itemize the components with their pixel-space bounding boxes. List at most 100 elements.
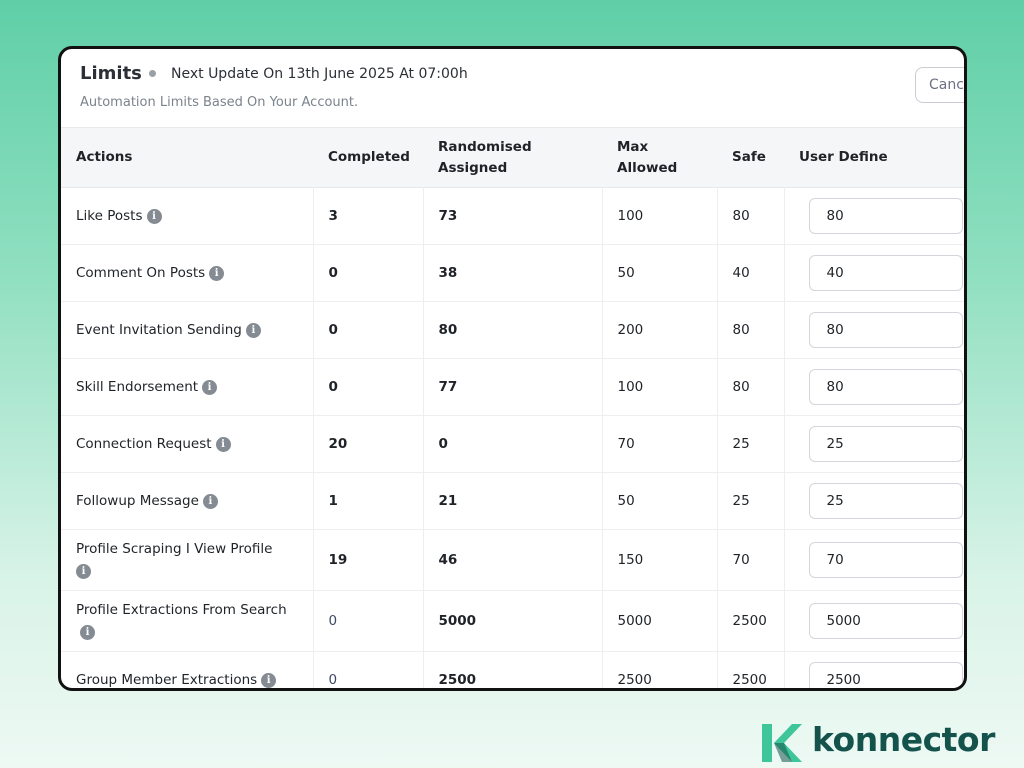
safe-cell: 40 xyxy=(717,244,785,302)
info-icon[interactable]: i xyxy=(146,209,162,224)
info-icon[interactable]: i xyxy=(261,673,277,688)
action-label: Skill Endorsement xyxy=(76,379,199,395)
table-header-row: Actions Completed Randomised Assigned Ma… xyxy=(61,127,964,188)
info-icon[interactable]: i xyxy=(202,494,218,509)
randomised-cell: 38 xyxy=(423,244,603,302)
action-cell: Followup Message i xyxy=(61,472,314,530)
max-cell: 100 xyxy=(602,187,718,245)
column-header-max-line2: Allowed xyxy=(617,159,678,176)
safe-cell: 2500 xyxy=(717,590,785,652)
completed-cell: 0 xyxy=(313,358,424,416)
max-cell: 150 xyxy=(602,529,718,591)
action-cell: Connection Request i xyxy=(61,415,314,473)
safe-cell: 80 xyxy=(717,358,785,416)
user-define-cell xyxy=(784,530,964,591)
limits-card: Limits Next Update On 13th June 2025 At … xyxy=(58,46,967,691)
action-cell: Skill Endorsement i xyxy=(61,358,314,416)
action-cell: Group Member Extractions i xyxy=(61,651,314,688)
separator-dot xyxy=(149,70,156,77)
max-cell: 5000 xyxy=(602,590,718,652)
action-cell: Profile Scraping I View Profile i xyxy=(61,529,314,591)
page-subtitle: Automation Limits Based On Your Account. xyxy=(80,95,359,110)
action-label: Followup Message xyxy=(76,493,199,509)
info-icon[interactable]: i xyxy=(80,625,95,640)
limits-table-container: Actions Completed Randomised Assigned Ma… xyxy=(61,127,964,688)
randomised-cell: 0 xyxy=(423,415,603,473)
completed-cell: 0 xyxy=(313,244,424,302)
completed-cell: 20 xyxy=(313,415,424,473)
info-icon[interactable]: i xyxy=(76,564,91,579)
randomised-cell: 46 xyxy=(423,529,603,591)
max-cell: 70 xyxy=(602,415,718,473)
safe-cell: 25 xyxy=(717,472,785,530)
max-cell: 50 xyxy=(602,244,718,302)
info-icon[interactable]: i xyxy=(202,380,218,395)
action-label: Group Member Extractions xyxy=(76,672,258,688)
table-row: Connection Request i 20 0 70 25 xyxy=(61,415,964,473)
column-header-actions: Actions xyxy=(76,149,133,165)
user-define-input[interactable] xyxy=(808,198,963,234)
max-cell: 2500 xyxy=(602,651,718,688)
user-define-cell xyxy=(784,591,964,652)
safe-cell: 80 xyxy=(717,301,785,359)
table-row: Followup Message i 1 21 50 25 xyxy=(61,472,964,530)
info-icon[interactable]: i xyxy=(209,266,225,281)
table-row: Profile Extractions From Search i 0 5000 … xyxy=(61,590,964,652)
user-define-input[interactable] xyxy=(808,426,963,462)
table-row: Group Member Extractions i 0 2500 2500 25… xyxy=(61,651,964,688)
table-row: Event Invitation Sending i 0 80 200 80 xyxy=(61,301,964,359)
action-label: Profile Scraping I View Profile xyxy=(76,541,273,557)
user-define-input[interactable] xyxy=(808,603,963,639)
column-header-completed: Completed xyxy=(328,149,410,165)
user-define-cell xyxy=(784,473,964,530)
card-header: Limits Next Update On 13th June 2025 At … xyxy=(61,49,964,127)
table-row: Profile Scraping I View Profile i 19 46 1… xyxy=(61,529,964,591)
info-icon[interactable]: i xyxy=(215,437,231,452)
table-row: Skill Endorsement i 0 77 100 80 xyxy=(61,358,964,416)
action-cell: Event Invitation Sending i xyxy=(61,301,314,359)
info-icon[interactable]: i xyxy=(245,323,261,338)
action-label: Connection Request xyxy=(76,436,212,452)
completed-cell: 0 xyxy=(313,301,424,359)
cancel-button[interactable]: Canc xyxy=(915,67,964,103)
column-header-randomised-line1: Randomised xyxy=(438,138,532,155)
user-define-input[interactable] xyxy=(808,312,963,348)
table-row: Like Posts i 3 73 100 80 xyxy=(61,187,964,245)
user-define-input[interactable] xyxy=(808,255,963,291)
randomised-cell: 73 xyxy=(423,187,603,245)
completed-cell: 0 xyxy=(313,651,424,688)
completed-cell: 1 xyxy=(313,472,424,530)
action-label: Like Posts xyxy=(76,208,143,224)
action-label: Comment On Posts xyxy=(76,265,206,281)
user-define-cell xyxy=(784,359,964,416)
action-cell: Like Posts i xyxy=(61,187,314,245)
safe-cell: 70 xyxy=(717,529,785,591)
user-define-input[interactable] xyxy=(808,483,963,519)
user-define-cell xyxy=(784,245,964,302)
next-update-text: Next Update On 13th June 2025 At 07:00h xyxy=(171,66,468,82)
max-cell: 100 xyxy=(602,358,718,416)
user-define-input[interactable] xyxy=(808,542,963,578)
column-header-randomised-assigned: Randomised Assigned xyxy=(423,128,602,188)
konnector-logo-mark-icon xyxy=(762,724,802,762)
max-cell: 50 xyxy=(602,472,718,530)
action-label: Profile Extractions From Search xyxy=(76,602,287,618)
randomised-cell: 80 xyxy=(423,301,603,359)
column-header-randomised-line2: Assigned xyxy=(438,159,508,176)
randomised-cell: 2500 xyxy=(423,651,603,688)
safe-cell: 25 xyxy=(717,415,785,473)
limits-table: Actions Completed Randomised Assigned Ma… xyxy=(61,127,964,688)
page-title: Limits xyxy=(80,63,142,84)
column-header-safe: Safe xyxy=(732,149,766,165)
randomised-cell: 77 xyxy=(423,358,603,416)
completed-cell: 19 xyxy=(313,529,424,591)
user-define-input[interactable] xyxy=(808,369,963,405)
konnector-logo-text: konnector xyxy=(812,720,995,759)
completed-cell: 0 xyxy=(313,590,424,652)
column-header-max-allowed: Max Allowed xyxy=(602,128,717,188)
randomised-cell: 21 xyxy=(423,472,603,530)
user-define-input[interactable] xyxy=(808,662,963,688)
user-define-cell xyxy=(784,302,964,359)
user-define-cell xyxy=(784,188,964,245)
safe-cell: 2500 xyxy=(717,651,785,688)
